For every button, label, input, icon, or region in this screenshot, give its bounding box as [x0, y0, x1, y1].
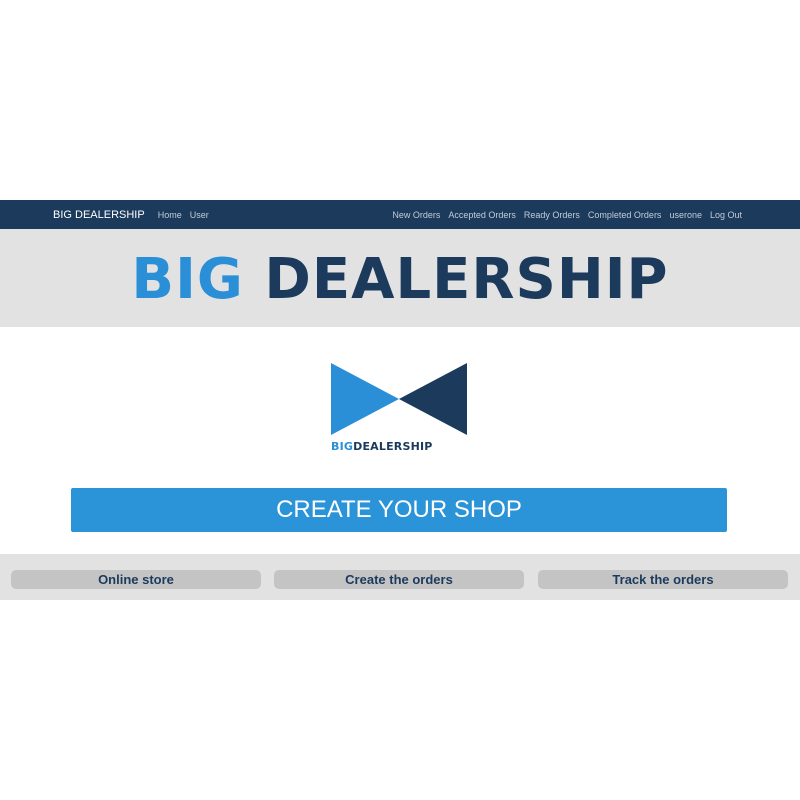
nav-link-new-orders[interactable]: New Orders — [392, 210, 440, 220]
hero-title-big: BIG — [131, 246, 244, 312]
nav-link-ready-orders[interactable]: Ready Orders — [524, 210, 580, 220]
navbar-brand[interactable]: BIG DEALERSHIP — [53, 209, 145, 221]
hero-title: BIG DEALERSHIP — [131, 247, 668, 312]
nav-link-completed-orders[interactable]: Completed Orders — [588, 210, 662, 220]
nav-left-links: Home User — [158, 210, 217, 220]
top-navbar: BIG DEALERSHIP Home User New Orders Acce… — [0, 200, 800, 229]
nav-right-links: New Orders Accepted Orders Ready Orders … — [392, 210, 742, 220]
company-logo: BIGDEALERSHIP — [330, 362, 468, 454]
logo-text-dealership: DEALERSHIP — [353, 440, 433, 453]
hero-title-dealership: DEALERSHIP — [264, 246, 669, 312]
logo-wordmark: BIGDEALERSHIP — [331, 440, 433, 453]
nav-link-home[interactable]: Home — [158, 210, 182, 220]
nav-link-accepted-orders[interactable]: Accepted Orders — [448, 210, 516, 220]
logo-text-big: BIG — [331, 440, 354, 453]
features-strip: Online store Create the orders Track the… — [0, 554, 800, 600]
nav-link-log-out[interactable]: Log Out — [710, 210, 742, 220]
bowtie-triangles-icon — [331, 363, 467, 435]
page: BIG DEALERSHIP Home User New Orders Acce… — [0, 0, 800, 800]
create-shop-button[interactable]: CREATE YOUR SHOP — [71, 488, 727, 532]
nav-link-user[interactable]: User — [190, 210, 209, 220]
feature-create-orders: Create the orders — [274, 570, 524, 589]
hero-banner: BIG DEALERSHIP — [0, 229, 800, 327]
feature-track-orders: Track the orders — [538, 570, 788, 589]
nav-link-username[interactable]: userone — [669, 210, 702, 220]
feature-online-store: Online store — [11, 570, 261, 589]
